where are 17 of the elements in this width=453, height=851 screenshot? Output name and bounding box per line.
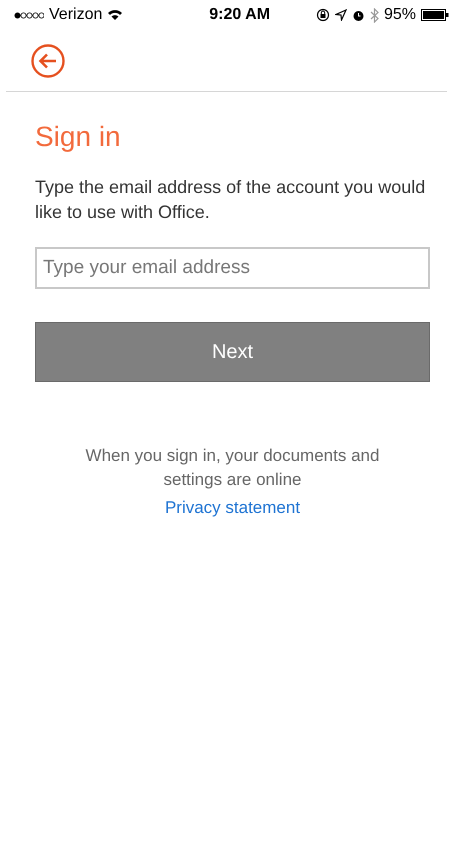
sign-in-note: When you sign in, your documents and settings are online [84,445,380,491]
alarm-icon [352,8,365,22]
email-input-field[interactable]: Type your email address [35,247,430,289]
rotation-lock-icon [316,8,330,22]
battery-percentage: 95% [384,6,416,24]
carrier-name: Verizon [49,6,102,24]
signal-icon [14,12,44,18]
next-button[interactable]: Next [35,322,430,382]
battery-icon [420,9,449,21]
back-button[interactable] [31,44,65,78]
location-icon [334,9,347,21]
instruction-text: Type the email address of the account you would like to use with Office. [35,176,426,224]
wifi-icon [107,9,124,21]
bluetooth-icon [370,8,379,22]
clock-time: 9:20 AM [209,6,270,24]
privacy-statement-link[interactable]: Privacy statement [164,498,300,517]
sign-in-title: Sign in [35,120,121,154]
